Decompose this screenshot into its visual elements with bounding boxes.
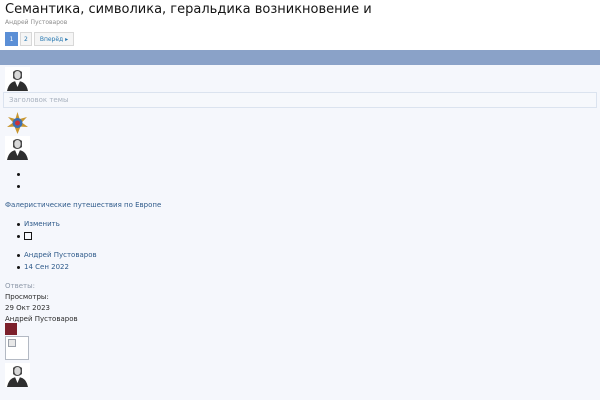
content-area: [0, 65, 600, 400]
forum-link[interactable]: Фалеристические путешествия по Европе: [5, 201, 161, 209]
thread-actions: Изменить: [17, 218, 60, 242]
pagination: 1 2 Вперёд ▸: [5, 32, 76, 46]
man-portrait-icon: [5, 136, 30, 160]
user-avatar[interactable]: [5, 136, 30, 160]
views-label: Просмотры:: [5, 293, 49, 301]
thread-title-input[interactable]: [3, 92, 597, 108]
thread-meta: Андрей Пустоваров 14 Сен 2022: [17, 249, 97, 273]
last-post-date[interactable]: 29 Окт 2023: [5, 304, 50, 312]
thread-author[interactable]: Андрей Пустоваров: [5, 19, 67, 26]
page-2-button[interactable]: 2: [20, 32, 32, 46]
replies-label: Ответы:: [5, 282, 35, 290]
forum-header-bar: [0, 50, 600, 65]
page-1-button[interactable]: 1: [5, 32, 18, 46]
order-star-icon: [7, 112, 28, 134]
thread-date[interactable]: 14 Сен 2022: [24, 263, 69, 271]
user-avatar[interactable]: [5, 67, 30, 91]
broken-image-icon: [8, 339, 16, 347]
next-page-button[interactable]: Вперёд ▸: [33, 32, 75, 46]
man-portrait-icon: [5, 363, 30, 387]
order-badge-image[interactable]: [5, 111, 30, 135]
man-portrait-icon: [5, 67, 30, 91]
select-checkbox[interactable]: [24, 232, 32, 240]
author-link[interactable]: Андрей Пустоваров: [24, 251, 97, 259]
attachment-image[interactable]: [5, 336, 29, 360]
edit-link[interactable]: Изменить: [24, 220, 60, 228]
thumbnail-image[interactable]: [5, 323, 17, 335]
last-post-author[interactable]: Андрей Пустоваров: [5, 315, 78, 323]
thread-title: Семантика, символика, геральдика возникн…: [5, 2, 372, 17]
user-avatar[interactable]: [5, 363, 30, 387]
